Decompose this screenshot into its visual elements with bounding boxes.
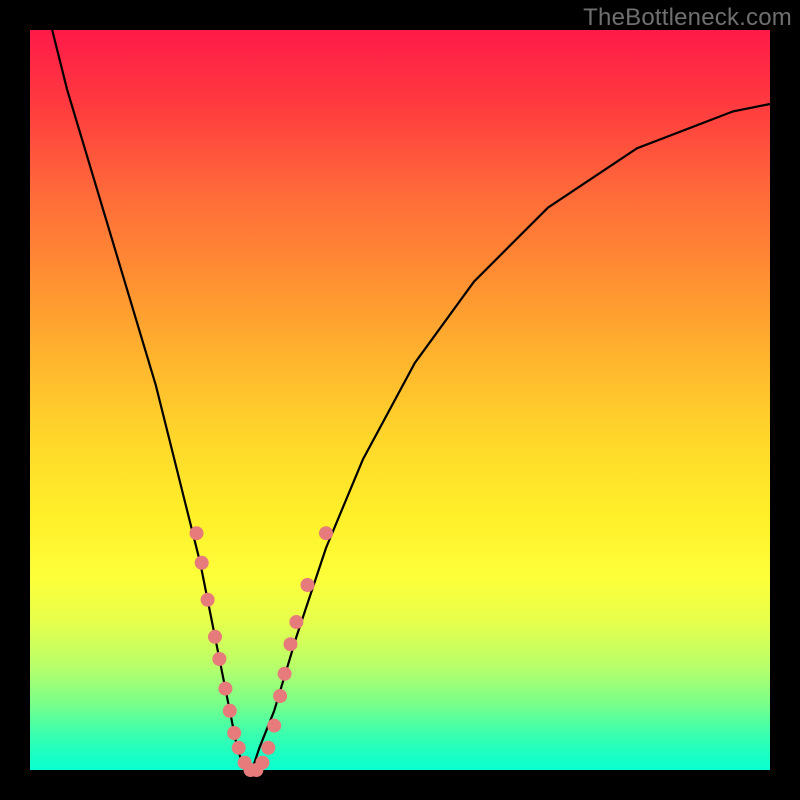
data-marker xyxy=(278,667,292,681)
bottleneck-curve xyxy=(52,30,770,770)
data-marker xyxy=(273,689,287,703)
data-marker xyxy=(218,682,232,696)
data-markers xyxy=(190,526,334,777)
data-marker xyxy=(195,556,209,570)
data-marker xyxy=(289,615,303,629)
chart-frame: TheBottleneck.com xyxy=(0,0,800,800)
plot-area xyxy=(30,30,770,770)
watermark-text: TheBottleneck.com xyxy=(583,4,792,32)
chart-svg xyxy=(30,30,770,770)
data-marker xyxy=(319,526,333,540)
data-marker xyxy=(232,741,246,755)
data-marker xyxy=(284,637,298,651)
data-marker xyxy=(227,726,241,740)
data-marker xyxy=(208,630,222,644)
data-marker xyxy=(255,756,269,770)
data-marker xyxy=(267,719,281,733)
data-marker xyxy=(223,704,237,718)
data-marker xyxy=(301,578,315,592)
data-marker xyxy=(212,652,226,666)
data-marker xyxy=(261,741,275,755)
data-marker xyxy=(201,593,215,607)
data-marker xyxy=(190,526,204,540)
